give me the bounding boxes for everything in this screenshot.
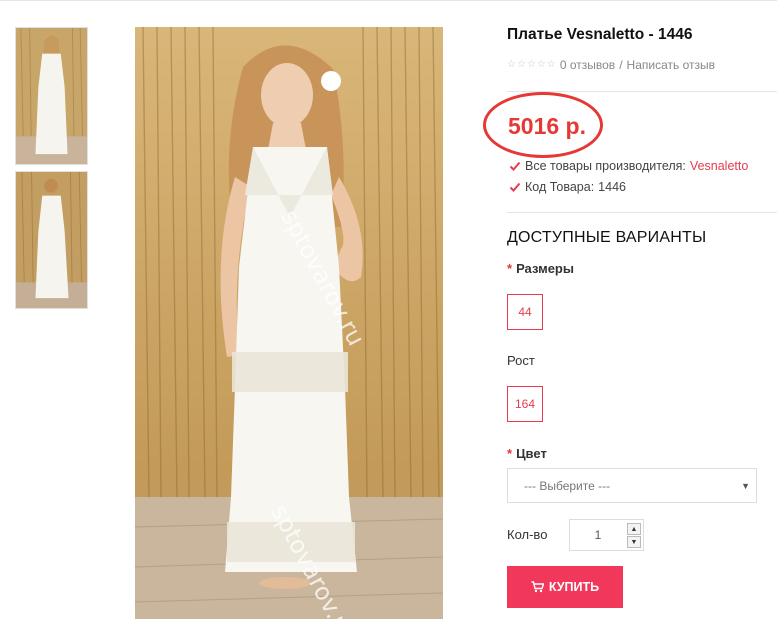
color-select-value: --- Выберите --- <box>524 478 611 493</box>
check-icon <box>509 182 521 192</box>
rating-row: ☆ ☆ ☆ ☆ ☆ 0 отзывов / Написать отзыв <box>507 58 715 72</box>
quantity-input[interactable] <box>570 520 626 550</box>
color-label: * Цвет <box>507 446 547 461</box>
star-icon: ☆ <box>536 59 546 70</box>
reviews-link[interactable]: 0 отзывов <box>560 58 615 72</box>
product-price: 5016 р. <box>508 113 586 139</box>
buy-button[interactable]: КУПИТЬ <box>507 566 623 608</box>
divider <box>507 212 777 213</box>
size-label: * Размеры <box>507 261 574 276</box>
product-code-value: 1446 <box>598 180 626 194</box>
quantity-stepper: ▲ ▼ <box>569 519 644 551</box>
write-review-link[interactable]: Написать отзыв <box>627 58 715 72</box>
manufacturer-link[interactable]: Vesnaletto <box>690 159 748 173</box>
height-label: Рост <box>507 353 535 368</box>
required-marker: * <box>507 261 513 276</box>
rating-separator: / <box>619 58 623 72</box>
check-icon <box>509 161 521 171</box>
thumbnail-1[interactable] <box>15 27 88 165</box>
height-option-164[interactable]: 164 <box>507 386 543 422</box>
manufacturer-line: Все товары производителя: Vesnaletto <box>509 159 748 173</box>
quantity-increase-button[interactable]: ▲ <box>627 523 641 535</box>
color-select[interactable]: --- Выберите --- ▼ <box>507 468 757 503</box>
size-option-44[interactable]: 44 <box>507 294 543 330</box>
product-code-label: Код Товара: <box>525 180 595 194</box>
star-icon: ☆ <box>507 59 516 70</box>
required-marker: * <box>507 446 513 461</box>
thumbnail-2[interactable] <box>15 171 88 309</box>
rating-stars: ☆ ☆ ☆ ☆ ☆ <box>507 60 556 70</box>
product-code-line: Код Товара: 1446 <box>509 180 626 194</box>
star-icon: ☆ <box>546 59 556 70</box>
buy-button-label: КУПИТЬ <box>548 580 600 594</box>
star-icon: ☆ <box>526 59 536 70</box>
thumbnail-2-image <box>16 172 87 308</box>
quantity-label: Кол-во <box>507 527 548 542</box>
cart-icon <box>531 581 544 593</box>
caret-down-icon: ▼ <box>741 481 750 491</box>
manufacturer-label: Все товары производителя: <box>525 159 686 173</box>
top-divider <box>0 0 777 1</box>
thumbnail-1-image <box>16 28 87 164</box>
quantity-decrease-button[interactable]: ▼ <box>627 536 641 548</box>
product-title: Платье Vesnaletto - 1446 <box>507 26 693 43</box>
variants-heading: ДОСТУПНЫЕ ВАРИАНТЫ <box>507 229 707 246</box>
star-icon: ☆ <box>516 59 526 70</box>
